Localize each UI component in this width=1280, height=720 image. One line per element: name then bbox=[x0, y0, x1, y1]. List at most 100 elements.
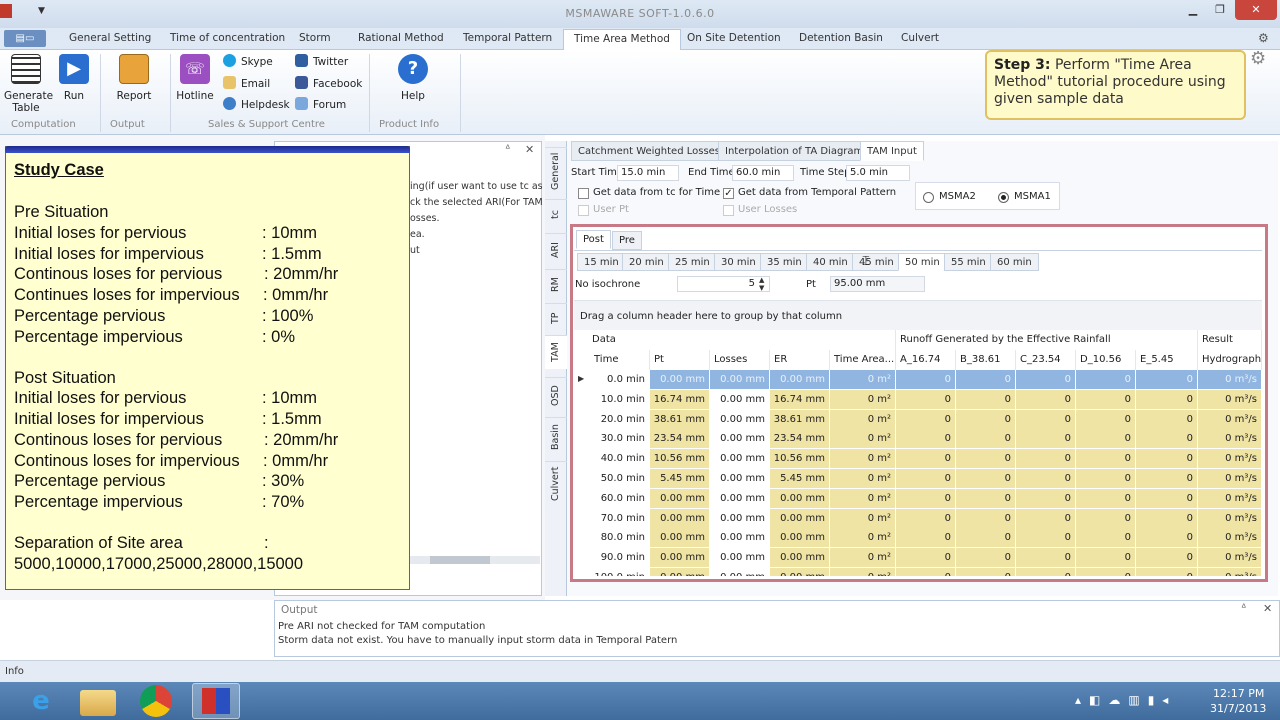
grid-cell[interactable]: 0 bbox=[896, 429, 956, 450]
vtab-ari[interactable]: ARI bbox=[545, 233, 567, 267]
grid-cell[interactable]: 0 bbox=[896, 469, 956, 489]
tab-detention-basin[interactable]: Detention Basin bbox=[799, 32, 883, 44]
grid-cell[interactable]: 0 m³/s bbox=[1198, 508, 1262, 529]
tab-45-min[interactable]: 45 min bbox=[852, 253, 901, 271]
msma2-radio[interactable] bbox=[923, 192, 934, 203]
grid-cell[interactable]: 23.54 mm bbox=[770, 429, 830, 450]
grid-cell[interactable]: 0.00 mm bbox=[710, 469, 770, 489]
column-header[interactable]: Hydrograph bbox=[1198, 350, 1262, 370]
grid-cell[interactable]: 0.00 mm bbox=[650, 370, 710, 390]
grid-cell[interactable]: 0.00 mm bbox=[770, 370, 830, 390]
tab-interpolation-ta-diagram[interactable]: Interpolation of TA Diagram bbox=[718, 141, 871, 161]
skype-button[interactable]: Skype bbox=[223, 54, 273, 68]
grid-cell[interactable]: 0 bbox=[896, 389, 956, 410]
report-button[interactable]: Report bbox=[114, 54, 154, 102]
end-time-input[interactable]: 60.0 min bbox=[732, 165, 794, 181]
facebook-button[interactable]: Facebook bbox=[295, 76, 362, 90]
tab-60-min[interactable]: 60 min bbox=[990, 253, 1039, 271]
grid-cell[interactable]: 10.56 mm bbox=[770, 449, 830, 470]
vtab-general[interactable]: General bbox=[545, 147, 567, 195]
grid-cell[interactable]: 0 bbox=[896, 370, 956, 390]
column-header[interactable]: C_23.54 bbox=[1016, 350, 1076, 370]
grid-cell[interactable]: 0.00 mm bbox=[650, 568, 710, 576]
grid-cell[interactable]: 0.00 mm bbox=[650, 488, 710, 509]
grid-cell[interactable]: 90.0 min bbox=[590, 548, 650, 569]
grid-cell[interactable]: 0 bbox=[1016, 548, 1076, 569]
grid-cell[interactable]: 0 m² bbox=[830, 488, 896, 509]
grid-cell[interactable]: 0 bbox=[1136, 409, 1198, 430]
grid-cell[interactable]: 0 bbox=[1076, 528, 1136, 549]
column-header[interactable]: B_38.61 bbox=[956, 350, 1016, 370]
grid-cell[interactable]: 0.00 mm bbox=[710, 449, 770, 470]
grid-cell[interactable]: 0 bbox=[956, 429, 1016, 450]
start-time-input[interactable]: 15.0 min bbox=[617, 165, 679, 181]
tray-icons[interactable]: ▴◧☁▥▮◂ bbox=[1075, 693, 1176, 707]
grid-cell[interactable]: 0 bbox=[956, 370, 1016, 390]
grid-cell[interactable]: 0 bbox=[1136, 568, 1198, 576]
file-explorer-icon[interactable] bbox=[80, 690, 116, 716]
grid-cell[interactable]: 0 bbox=[1016, 449, 1076, 470]
column-header[interactable]: D_10.56 bbox=[1076, 350, 1136, 370]
vtab-rm[interactable]: RM bbox=[545, 269, 567, 299]
pin-icon[interactable]: ᐞ bbox=[505, 144, 510, 155]
grid-cell[interactable]: 0 bbox=[1076, 449, 1136, 470]
grid-cell[interactable]: 10.56 mm bbox=[650, 449, 710, 470]
chrome-icon[interactable] bbox=[140, 685, 172, 717]
forum-button[interactable]: Forum bbox=[295, 97, 346, 111]
tab-tam-input[interactable]: TAM Input bbox=[860, 141, 924, 161]
app-menu-button[interactable]: ▤▭ bbox=[4, 30, 46, 47]
grid-cell[interactable]: 0 bbox=[956, 409, 1016, 430]
grid-cell[interactable]: 0 bbox=[1076, 488, 1136, 509]
grid-cell[interactable]: 38.61 mm bbox=[770, 409, 830, 430]
grid-cell[interactable]: 50.0 min bbox=[590, 469, 650, 489]
grid-cell[interactable]: 0.00 mm bbox=[710, 389, 770, 410]
grid-cell[interactable]: 0 bbox=[1016, 469, 1076, 489]
grid-cell[interactable]: 0 bbox=[1136, 449, 1198, 470]
tab-post[interactable]: Post bbox=[576, 230, 611, 249]
get-tc-checkbox[interactable] bbox=[578, 188, 589, 199]
time-step-input[interactable]: 5.0 min bbox=[846, 165, 910, 181]
grid-cell[interactable]: 38.61 mm bbox=[650, 409, 710, 430]
grid-cell[interactable]: 0 m³/s bbox=[1198, 429, 1262, 450]
grid-cell[interactable]: 0 bbox=[1136, 528, 1198, 549]
grid-cell[interactable]: 0 m³/s bbox=[1198, 488, 1262, 509]
tab-15-min[interactable]: 15 min bbox=[577, 253, 626, 271]
grid-cell[interactable]: 0 bbox=[1076, 370, 1136, 390]
grid-cell[interactable]: 0.00 mm bbox=[710, 370, 770, 390]
grid-cell[interactable]: 0.00 mm bbox=[710, 488, 770, 509]
tab-general-setting[interactable]: General Setting bbox=[69, 32, 151, 44]
help-circle-icon[interactable]: ⚙ bbox=[1258, 31, 1269, 45]
grid-cell[interactable]: 0 m² bbox=[830, 508, 896, 529]
grid-cell[interactable]: 0 bbox=[896, 548, 956, 569]
grid-cell[interactable]: 5.45 mm bbox=[650, 469, 710, 489]
column-header[interactable]: Pt bbox=[650, 350, 710, 370]
grid-cell[interactable]: 0.00 mm bbox=[710, 568, 770, 576]
grid-cell[interactable]: 0 bbox=[1076, 389, 1136, 410]
column-header[interactable]: Time bbox=[590, 350, 650, 370]
grid-cell[interactable]: 0 bbox=[896, 488, 956, 509]
tab-30-min[interactable]: 30 min bbox=[714, 253, 763, 271]
tab-55-min[interactable]: 55 min bbox=[944, 253, 993, 271]
msmaware-taskbar-icon[interactable] bbox=[192, 683, 240, 719]
grid-cell[interactable]: 0 bbox=[956, 548, 1016, 569]
pt-input[interactable]: 95.00 mm bbox=[830, 276, 925, 292]
tab-catchment-weighted-losses[interactable]: Catchment Weighted Losses bbox=[571, 141, 728, 161]
grid-cell[interactable]: 16.74 mm bbox=[650, 389, 710, 410]
grid-cell[interactable]: 0 m³/s bbox=[1198, 469, 1262, 489]
tab-temporal-pattern[interactable]: Temporal Pattern bbox=[463, 32, 552, 44]
grid-cell[interactable]: 0 bbox=[1076, 508, 1136, 529]
maximize-button[interactable]: ❐ bbox=[1208, 0, 1232, 20]
grid-cell[interactable]: 0 bbox=[1016, 409, 1076, 430]
grid-cell[interactable]: 0.00 mm bbox=[650, 528, 710, 549]
grid-cell[interactable]: 100.0 min bbox=[590, 568, 650, 576]
hotline-button[interactable]: ☏ Hotline bbox=[176, 54, 214, 102]
grid-cell[interactable]: 0 bbox=[956, 449, 1016, 470]
grid-cell[interactable]: 0.00 mm bbox=[650, 508, 710, 529]
grid-cell[interactable]: 0 m² bbox=[830, 469, 896, 489]
grid-cell[interactable]: 0 m² bbox=[830, 409, 896, 430]
grid-cell[interactable]: 30.0 min bbox=[590, 429, 650, 450]
grid-cell[interactable]: 0 bbox=[1136, 508, 1198, 529]
grid-cell[interactable]: 0.00 mm bbox=[710, 409, 770, 430]
grid-cell[interactable]: 0.00 mm bbox=[770, 528, 830, 549]
tab-time-area-method[interactable]: Time Area Method bbox=[563, 29, 681, 51]
